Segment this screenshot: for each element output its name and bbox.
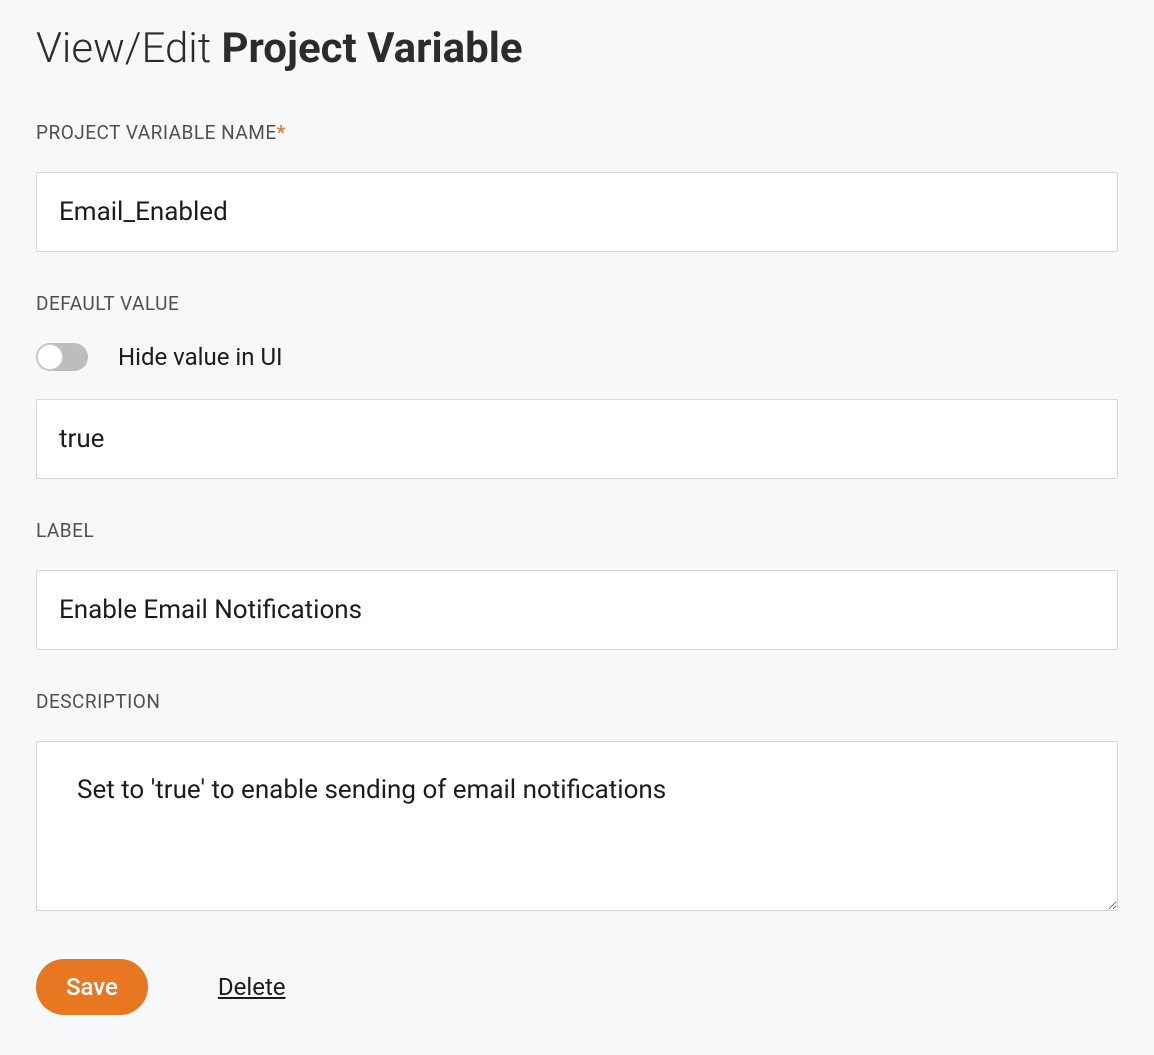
- label-field-label: LABEL: [36, 519, 1118, 542]
- hide-value-toggle[interactable]: [36, 343, 88, 371]
- description-label: DESCRIPTION: [36, 690, 1118, 713]
- form-actions: Save Delete: [36, 959, 1118, 1015]
- field-group-default-value: DEFAULT VALUE Hide value in UI: [36, 292, 1118, 479]
- field-group-description: DESCRIPTION Set to 'true' to enable send…: [36, 690, 1118, 915]
- name-input[interactable]: [36, 172, 1118, 252]
- label-input[interactable]: [36, 570, 1118, 650]
- hide-value-toggle-label: Hide value in UI: [118, 343, 283, 371]
- page-title-prefix: View/Edit: [36, 24, 221, 73]
- delete-button[interactable]: Delete: [218, 973, 286, 1001]
- page-title-bold: Project Variable: [221, 24, 522, 73]
- page-title: View/Edit Project Variable: [36, 24, 1118, 73]
- name-label: PROJECT VARIABLE NAME*: [36, 121, 1118, 144]
- toggle-thumb: [37, 344, 63, 370]
- description-textarea[interactable]: Set to 'true' to enable sending of email…: [36, 741, 1118, 911]
- default-value-input[interactable]: [36, 399, 1118, 479]
- hide-value-toggle-row: Hide value in UI: [36, 343, 1118, 371]
- default-value-label: DEFAULT VALUE: [36, 292, 1118, 315]
- required-marker: *: [277, 121, 286, 144]
- field-group-name: PROJECT VARIABLE NAME*: [36, 121, 1118, 252]
- field-group-label: LABEL: [36, 519, 1118, 650]
- name-label-text: PROJECT VARIABLE NAME: [36, 121, 277, 144]
- save-button[interactable]: Save: [36, 959, 148, 1015]
